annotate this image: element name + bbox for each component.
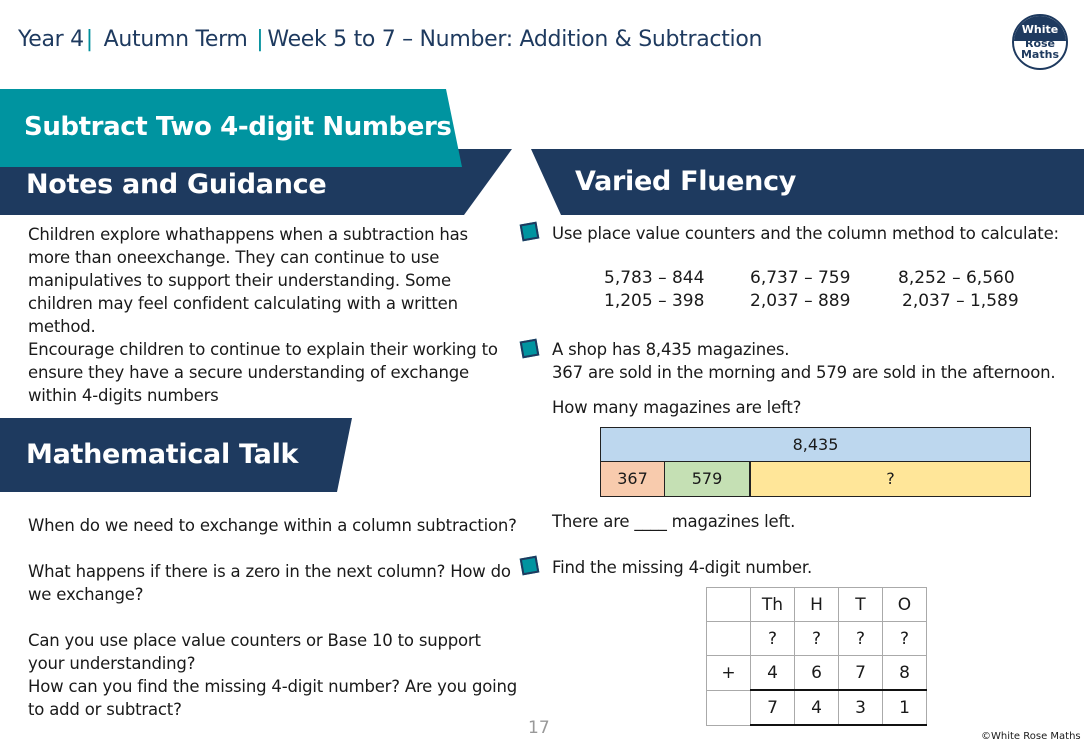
question-bullet-icon: [519, 221, 540, 242]
table-cell: [706, 587, 751, 622]
logo-line1: White: [1021, 23, 1059, 36]
week-label: Week 5 to 7 – Number: Addition & Subtrac…: [267, 27, 763, 52]
bar-total: 8,435: [600, 427, 1031, 462]
table-cell: 1: [882, 689, 927, 726]
table-row: ? ? ? ?: [706, 621, 927, 656]
notes-body: Children explore whathappens when a subt…: [28, 223, 498, 407]
year-label: Year 4: [18, 27, 84, 52]
table-cell: [706, 689, 751, 726]
notes-paragraph: Encourage children to continue to explai…: [28, 340, 498, 405]
calc-item: 5,783 – 844: [604, 268, 705, 288]
talk-question: When do we need to exchange within a col…: [28, 516, 517, 535]
table-cell: ?: [794, 621, 839, 656]
table-header-row: Th H T O: [706, 587, 927, 622]
talk-question: What happens if there is a zero in the n…: [28, 562, 511, 604]
notes-heading: Notes and Guidance: [26, 169, 327, 200]
q2-line2: 367 are sold in the morning and 579 are …: [552, 363, 1056, 382]
separator: |: [256, 27, 264, 52]
place-value-table: Th H T O ? ? ? ? + 4 6 7 8 7 4 3 1: [706, 587, 927, 726]
breadcrumb-header: Year 4| Autumn Term | Week 5 to 7 – Numbe…: [18, 27, 762, 52]
table-header-cell: T: [838, 587, 883, 622]
page-number: 17: [528, 718, 550, 738]
table-row: + 4 6 7 8: [706, 655, 927, 691]
talk-question: How can you find the missing 4-digit num…: [28, 677, 518, 719]
term-label: Autumn Term: [103, 27, 248, 52]
copyright: ©White Rose Maths: [981, 731, 1081, 742]
table-cell: 4: [794, 689, 839, 726]
calc-item: 2,037 – 1,589: [902, 291, 1019, 311]
table-cell: ?: [750, 621, 795, 656]
table-cell: ?: [838, 621, 883, 656]
table-header-cell: O: [882, 587, 927, 622]
table-cell: 7: [838, 655, 883, 691]
table-cell: ?: [882, 621, 927, 656]
q3-text: Find the missing 4-digit number.: [552, 558, 812, 577]
talk-heading: Mathematical Talk: [26, 439, 299, 470]
q2-answer-sentence: There are ____ magazines left.: [552, 512, 796, 531]
bar-part-morning: 367: [601, 462, 665, 496]
fluency-heading: Varied Fluency: [575, 166, 797, 197]
page-title: Subtract Two 4-digit Numbers (3): [24, 112, 501, 142]
calc-item: 1,205 – 398: [604, 291, 705, 311]
calc-item: 6,737 – 759: [750, 268, 851, 288]
calc-item: 2,037 – 889: [750, 291, 851, 311]
q2-question: How many magazines are left?: [552, 398, 802, 417]
q2-line1: A shop has 8,435 magazines.: [552, 340, 790, 359]
operator-cell: +: [706, 655, 751, 691]
question-bullet-icon: [519, 555, 540, 576]
table-cell: 4: [750, 655, 795, 691]
bar-part-afternoon: 579: [665, 462, 751, 496]
table-cell: 3: [838, 689, 883, 726]
q1-text: Use place value counters and the column …: [552, 224, 1059, 243]
table-cell: 8: [882, 655, 927, 691]
bar-model: 8,435 367 579 ?: [600, 427, 1031, 497]
table-header-cell: Th: [750, 587, 795, 622]
table-header-cell: H: [794, 587, 839, 622]
question-bullet-icon: [519, 338, 540, 359]
white-rose-maths-logo: White Rose Maths: [1012, 14, 1068, 70]
table-cell: 6: [794, 655, 839, 691]
table-row-answer: 7 4 3 1: [706, 689, 927, 726]
notes-paragraph: Children explore whathappens when a subt…: [28, 225, 468, 336]
logo-line3: Maths: [1020, 48, 1059, 61]
table-cell: [706, 621, 751, 656]
talk-question: Can you use place value counters or Base…: [28, 631, 481, 673]
bar-parts: 367 579 ?: [600, 462, 1031, 497]
bar-part-unknown: ?: [751, 462, 1030, 496]
talk-questions: When do we need to exchange within a col…: [28, 514, 518, 721]
table-cell: 7: [750, 689, 795, 726]
calc-item: 8,252 – 6,560: [898, 268, 1015, 288]
separator: |: [85, 27, 93, 52]
